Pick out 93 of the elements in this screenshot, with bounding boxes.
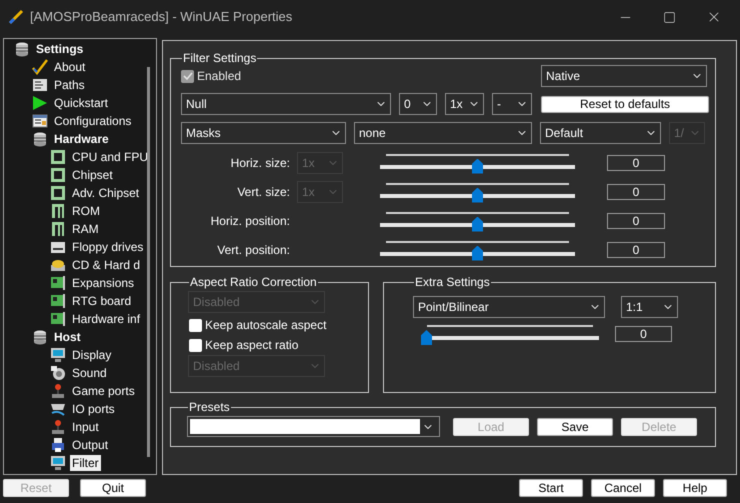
tree-item[interactable]: Output [70, 437, 110, 453]
checkbox-label: Keep aspect ratio [205, 337, 298, 354]
group-title: Extra Settings [414, 275, 491, 289]
maximize-icon[interactable] [663, 10, 676, 24]
checkbox-label: Enabled [197, 68, 242, 85]
slider-thumb[interactable] [472, 216, 483, 232]
button[interactable]: Save [537, 418, 613, 436]
tree-item[interactable]: Chipset [70, 167, 115, 183]
tree-item[interactable]: Sound [70, 365, 109, 381]
tree-item[interactable]: Filter [70, 455, 101, 471]
value-field[interactable]: 0 [615, 326, 672, 342]
dropdown[interactable]: 1x [445, 93, 484, 115]
hard-disk-icon [50, 257, 66, 273]
drive-icon [50, 239, 66, 255]
dropdown[interactable]: Default [540, 122, 661, 144]
button[interactable]: Cancel [591, 479, 655, 497]
slider-label: Horiz. position: [210, 212, 290, 230]
checkmark-icon [32, 59, 48, 75]
tree-item[interactable]: IO ports [70, 401, 117, 417]
tree-item[interactable]: CPU and FPU [70, 149, 150, 165]
slider-label: Vert. size: [236, 184, 290, 200]
memory-module-icon [50, 203, 66, 219]
reset-to-defaults-button[interactable]: Reset to defaults [541, 96, 709, 112]
window-list-icon [32, 113, 48, 129]
tree-item[interactable]: Expansions [70, 275, 136, 291]
disk-stack-icon [14, 41, 30, 57]
slider-thumb[interactable] [472, 246, 483, 260]
slider-thumb[interactable] [472, 158, 483, 174]
value-field[interactable]: 0 [607, 212, 665, 228]
checkbox-label: Keep autoscale aspect [205, 317, 326, 334]
dropdown[interactable]: Null [181, 93, 391, 115]
preset-combo-field[interactable] [187, 416, 440, 437]
slider-label: Horiz. size: [230, 154, 290, 172]
disk-stack-icon [32, 329, 48, 345]
dropdown[interactable]: 1:1 [621, 296, 678, 318]
dropdown[interactable]: Masks [181, 122, 346, 144]
window-title: [AMOSProBeamraceds] - WinUAE Properties [30, 8, 292, 26]
chip-icon [50, 167, 66, 183]
tree-item[interactable]: Floppy drives [70, 239, 146, 255]
value-field[interactable]: 0 [607, 154, 665, 170]
monitor-icon [50, 347, 66, 363]
dropdown[interactable]: 0 [399, 93, 437, 115]
play-icon [32, 95, 48, 111]
document-icon [32, 77, 48, 93]
group-title: Filter Settings [182, 51, 258, 65]
dropdown[interactable]: Point/Bilinear [413, 296, 605, 318]
tree-item[interactable]: Display [70, 347, 114, 363]
button[interactable]: Start [519, 479, 583, 497]
tree-item[interactable]: ROM [70, 203, 102, 219]
value-field[interactable]: 0 [607, 242, 665, 258]
chip-icon [50, 149, 66, 165]
slider[interactable] [421, 322, 599, 346]
value-field[interactable]: 0 [607, 184, 665, 200]
dropdown[interactable]: none [354, 122, 532, 144]
serial-port-icon [50, 401, 66, 417]
slider-thumb[interactable] [421, 330, 432, 345]
checkbox[interactable] [189, 338, 202, 352]
button[interactable]: Quit [80, 479, 146, 497]
tree-item[interactable]: Hardware inf [70, 311, 142, 327]
tree-item[interactable]: RTG board [70, 293, 134, 309]
memory-module-icon [50, 221, 66, 237]
group-title: Aspect Ratio Correction [189, 275, 318, 289]
button[interactable]: Help [663, 479, 727, 497]
tree-item[interactable]: About [52, 59, 88, 75]
slider-label: Vert. position: [216, 242, 290, 258]
dropdown[interactable]: Native [541, 65, 707, 87]
speaker-icon [50, 365, 66, 381]
scrollbar[interactable] [147, 67, 150, 457]
tree-item[interactable]: Adv. Chipset [70, 185, 142, 201]
monitor-icon [50, 455, 66, 471]
tree-item[interactable]: RAM [70, 221, 101, 237]
tree-item[interactable]: CD & Hard d [70, 257, 142, 273]
expansion-card-icon [50, 311, 66, 327]
group-title: Presets [188, 400, 231, 414]
checkbox[interactable] [189, 318, 202, 332]
tree-item[interactable]: Quickstart [52, 95, 110, 111]
tree-item[interactable]: Input [70, 419, 101, 435]
chip-icon [50, 185, 66, 201]
slider-thumb[interactable] [472, 188, 483, 202]
app-icon [8, 9, 24, 25]
disk-stack-icon [32, 131, 48, 147]
printer-icon [50, 437, 66, 453]
expansion-card-icon [50, 293, 66, 309]
joystick-icon [50, 419, 66, 435]
tree-item[interactable]: Paths [52, 77, 87, 93]
tree-item[interactable]: Settings [34, 41, 86, 57]
tree-item[interactable]: Hardware [52, 131, 111, 147]
tree-item[interactable]: Host [52, 329, 83, 345]
tree-item[interactable]: Configurations [52, 113, 134, 129]
expansion-card-icon [50, 275, 66, 291]
tree-item[interactable]: Game ports [70, 383, 137, 399]
joystick-icon [50, 383, 66, 399]
dropdown[interactable]: - [492, 93, 532, 115]
